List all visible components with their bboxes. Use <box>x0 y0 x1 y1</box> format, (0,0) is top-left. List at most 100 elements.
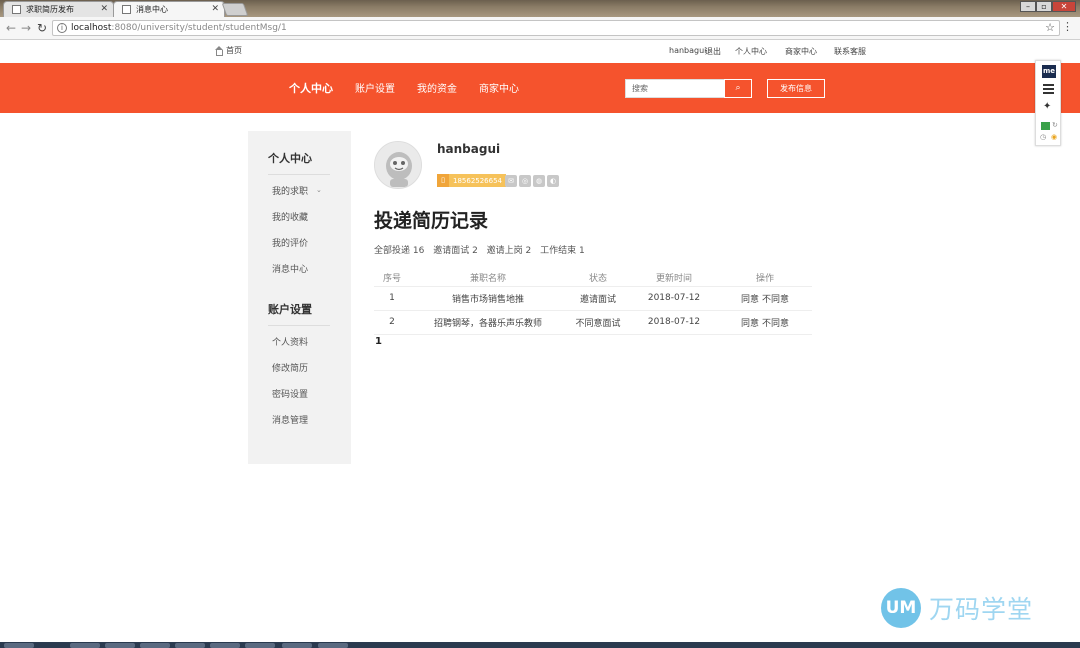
new-tab-button[interactable] <box>221 3 249 16</box>
minimize-icon[interactable]: – <box>1020 1 1036 12</box>
taskbar-app-icon[interactable] <box>140 643 170 648</box>
window-close-icon[interactable]: ✕ <box>1052 1 1076 12</box>
col-time: 更新时间 <box>630 270 718 287</box>
cell-name: 销售市场销售地推 <box>410 286 566 311</box>
wechat-icon[interactable]: ◎ <box>519 175 531 187</box>
home-label: 首页 <box>226 46 242 55</box>
clock-icon[interactable]: ◷ <box>1040 133 1046 141</box>
customer-service-link[interactable]: 联系客服 <box>834 46 866 57</box>
info-icon[interactable]: i <box>57 23 67 33</box>
browser-tab-messages[interactable]: 消息中心 ✕ <box>113 1 225 17</box>
tab-title: 消息中心 <box>136 5 168 14</box>
chevron-down-icon[interactable]: ⌄ <box>316 186 322 194</box>
cell-time: 2018-07-12 <box>630 310 718 335</box>
cell-status: 不同意面试 <box>566 310 630 335</box>
pagination-current[interactable]: 1 <box>375 336 382 347</box>
reload-icon[interactable]: ↻ <box>37 21 47 35</box>
cell-no: 2 <box>374 310 410 335</box>
taskbar-app-icon[interactable] <box>70 643 100 648</box>
um-logo-icon: UM <box>881 588 921 628</box>
browser-tab-resume[interactable]: 求职简历发布 ✕ <box>3 1 114 17</box>
publish-button[interactable]: 发布信息 <box>767 79 825 98</box>
username-link[interactable]: hanbagui <box>669 46 706 55</box>
divider <box>268 325 330 326</box>
extension-green-icon[interactable] <box>1041 122 1050 130</box>
logout-link[interactable]: 退出 <box>705 46 721 57</box>
search-input[interactable]: 搜索 <box>625 79 725 98</box>
cell-action: 同意 不同意 <box>718 310 812 335</box>
nav-merchant-center[interactable]: 商家中心 <box>479 80 519 95</box>
os-taskbar <box>0 642 1080 648</box>
qq-icon[interactable]: ◍ <box>533 175 545 187</box>
col-name: 兼职名称 <box>410 270 566 287</box>
search-button[interactable]: ⌕ <box>724 79 752 98</box>
stat-all[interactable]: 全部投递 16 <box>374 246 424 256</box>
applications-table: 序号 兼职名称 状态 更新时间 操作 1 销售市场销售地推 邀请面试 2018-… <box>374 270 812 335</box>
avatar[interactable] <box>374 141 422 189</box>
avatar-icon <box>375 142 421 188</box>
sidebar-item-profile[interactable]: 个人资料 <box>272 335 308 348</box>
disagree-link[interactable]: 不同意 <box>762 319 789 329</box>
sidebar-item-message-manage[interactable]: 消息管理 <box>272 413 308 426</box>
weibo-icon[interactable]: ◐ <box>547 175 559 187</box>
stat-interview[interactable]: 邀请面试 2 <box>433 246 478 256</box>
sidebar-item-messages[interactable]: 消息中心 <box>272 262 308 275</box>
watermark-logo: UM 万码学堂 <box>881 588 1033 628</box>
taskbar-app-icon[interactable] <box>245 643 275 648</box>
stat-finished[interactable]: 工作结束 1 <box>540 246 585 256</box>
browser-toolbar: ← → ↻ i localhost:8080/university/studen… <box>0 17 1080 40</box>
eye-icon[interactable]: ◉ <box>1051 133 1057 141</box>
taskbar-app-icon[interactable] <box>175 643 205 648</box>
cell-action: 同意 不同意 <box>718 286 812 311</box>
cell-no: 1 <box>374 286 410 311</box>
phone-number: 18562526654 <box>453 176 502 185</box>
url-text[interactable]: localhost:8080/university/student/studen… <box>71 22 287 35</box>
stat-onboard[interactable]: 邀请上岗 2 <box>487 246 532 256</box>
close-icon[interactable]: ✕ <box>211 2 219 17</box>
taskbar-app-icon[interactable] <box>318 643 348 648</box>
sidebar-item-reviews[interactable]: 我的评价 <box>272 236 308 249</box>
sidebar-item-password[interactable]: 密码设置 <box>272 387 308 400</box>
back-icon[interactable]: ← <box>6 21 16 35</box>
taskbar-start-icon[interactable] <box>4 643 34 648</box>
sidebar: 个人中心 我的求职 我的收藏 我的评价 消息中心 账户设置 个人资料 修改简历 … <box>248 131 351 464</box>
forward-icon[interactable]: → <box>21 21 31 35</box>
email-icon[interactable]: ✉ <box>505 175 517 187</box>
agree-link[interactable]: 同意 <box>741 319 759 329</box>
close-icon[interactable]: ✕ <box>100 2 108 17</box>
cell-name: 招聘钢琴，各器乐声乐教师 <box>410 310 566 335</box>
page-icon <box>12 5 21 14</box>
taskbar-app-icon[interactable] <box>282 643 312 648</box>
magic-wand-icon[interactable]: ✦ <box>1043 101 1051 112</box>
extension-me-icon[interactable]: me <box>1042 65 1056 78</box>
agree-link[interactable]: 同意 <box>741 295 759 305</box>
maximize-icon[interactable]: ▫ <box>1036 1 1052 12</box>
sidebar-item-edit-resume[interactable]: 修改简历 <box>272 361 308 374</box>
home-link[interactable]: 首页 <box>214 45 242 56</box>
sidebar-item-my-jobs[interactable]: 我的求职 <box>272 184 308 197</box>
search-icon: ⌕ <box>735 83 741 93</box>
taskbar-app-icon[interactable] <box>105 643 135 648</box>
taskbar-app-icon[interactable] <box>210 643 240 648</box>
address-bar[interactable]: i localhost:8080/university/student/stud… <box>52 20 1060 36</box>
divider <box>268 174 330 175</box>
nav-personal-center[interactable]: 个人中心 <box>289 80 333 96</box>
bookmark-star-icon[interactable]: ☆ <box>1045 21 1055 35</box>
browser-menu-icon[interactable]: ⋮ <box>1062 21 1073 33</box>
phone-badge: ▯ 18562526654 <box>437 174 506 187</box>
menu-icon[interactable] <box>1043 84 1054 96</box>
sidebar-item-favorites[interactable]: 我的收藏 <box>272 210 308 223</box>
disagree-link[interactable]: 不同意 <box>762 295 789 305</box>
nav-my-funds[interactable]: 我的资金 <box>417 80 457 95</box>
browser-tabstrip: 求职简历发布 ✕ 消息中心 ✕ – ▫ ✕ <box>0 0 1080 17</box>
merchant-center-link[interactable]: 商家中心 <box>785 46 817 57</box>
sidebar-title-account: 账户设置 <box>268 303 312 316</box>
cell-time: 2018-07-12 <box>630 286 718 311</box>
table-header-row: 序号 兼职名称 状态 更新时间 操作 <box>374 270 812 287</box>
tab-title: 求职简历发布 <box>26 5 74 14</box>
nav-account-settings[interactable]: 账户设置 <box>355 80 395 95</box>
page-title: 投递简历记录 <box>374 210 489 232</box>
personal-center-link[interactable]: 个人中心 <box>735 46 767 57</box>
site-topbar: 首页 hanbagui 退出 个人中心 商家中心 联系客服 <box>0 40 1080 63</box>
refresh-icon[interactable]: ↻ <box>1052 121 1058 129</box>
